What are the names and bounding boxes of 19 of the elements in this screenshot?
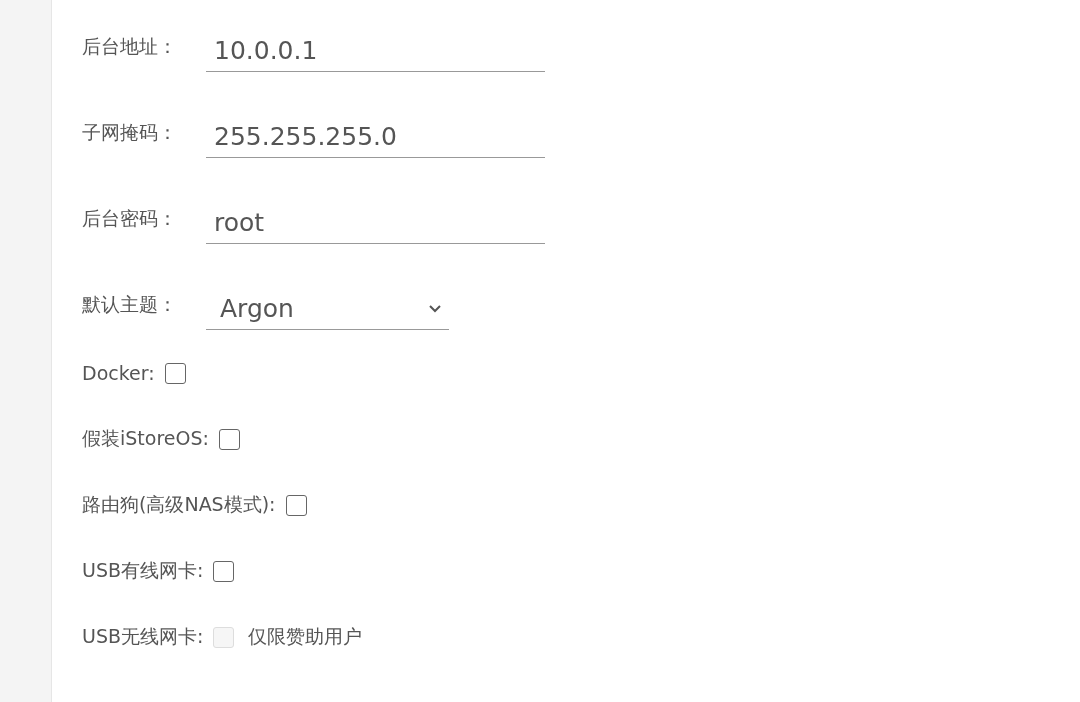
input-field[interactable]: 10.0.0.1: [206, 32, 545, 72]
checkbox[interactable]: [285, 494, 307, 516]
checkbox[interactable]: [164, 362, 186, 384]
option-label: USB有线网卡:: [82, 558, 204, 583]
note-text: 仅限赞助用户: [248, 624, 363, 649]
checkbox[interactable]: [218, 428, 240, 450]
field-label: 后台密码：: [82, 206, 178, 231]
option-label: Docker:: [82, 362, 155, 384]
option-label: 路由狗(高级NAS模式):: [82, 492, 276, 517]
field-label: 默认主题：: [82, 292, 178, 317]
chevron-down-icon: [429, 304, 441, 313]
field-label: 子网掩码：: [82, 120, 178, 145]
input-field[interactable]: root: [206, 204, 545, 244]
theme-select[interactable]: Argon: [206, 290, 449, 330]
option-label: 假装iStoreOS:: [82, 426, 209, 451]
checkbox[interactable]: [213, 560, 235, 582]
option-label: USB无线网卡:: [82, 624, 204, 649]
input-field[interactable]: 255.255.255.0: [206, 118, 545, 158]
field-label: 后台地址：: [82, 34, 178, 59]
